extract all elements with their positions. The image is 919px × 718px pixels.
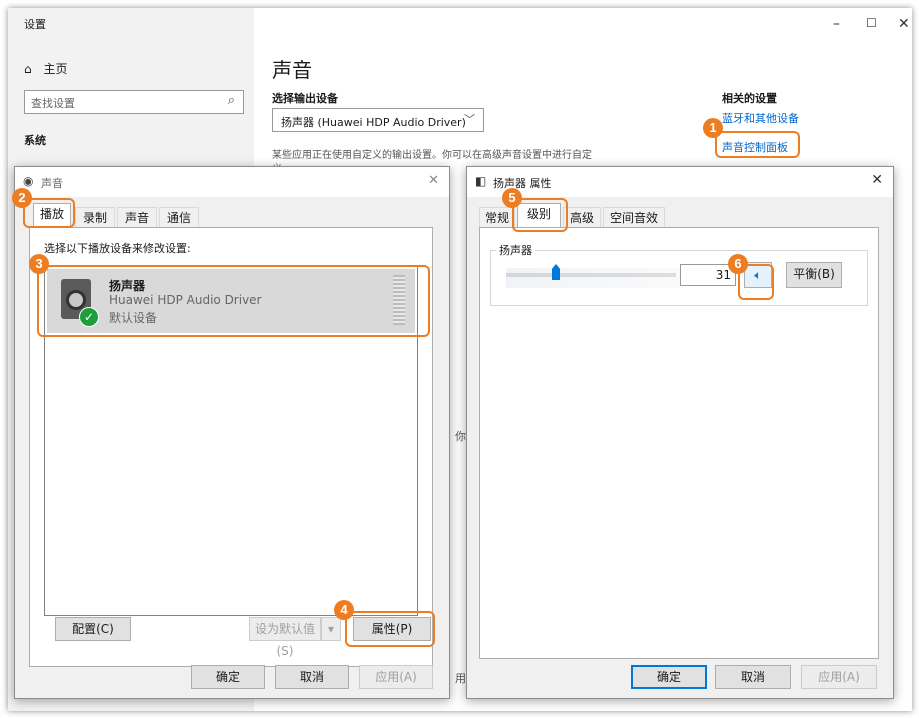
search-placeholder: 查找设置 (31, 97, 75, 110)
page-title: 声音 (272, 58, 312, 82)
callout-4: 4 (334, 600, 354, 620)
output-device-value: 扬声器 (Huawei HDP Audio Driver) (281, 116, 466, 129)
sound-dialog-titlebar: ◉ 声音 ✕ (15, 167, 449, 197)
close-icon[interactable]: ✕ (428, 173, 439, 188)
highlight-sound-panel-link (715, 131, 800, 158)
close-button[interactable]: ✕ (898, 16, 910, 32)
sidebar-item-home[interactable]: ⌂ 主页 (24, 60, 67, 77)
cancel-button[interactable]: 取消 (275, 665, 349, 689)
bluetooth-devices-link[interactable]: 蓝牙和其他设备 (722, 110, 799, 126)
cancel-label: 取消 (740, 670, 765, 684)
balance-button[interactable]: 平衡(B) (786, 262, 842, 288)
set-default-dropdown[interactable]: ▾ (321, 617, 341, 641)
ok-button[interactable]: 确定 (631, 665, 707, 689)
sound-dialog-title: 声音 (41, 177, 63, 190)
callout-6: 6 (728, 254, 748, 274)
speaker-dialog-titlebar: ◧ 扬声器 属性 ✕ (467, 167, 893, 197)
callout-2: 2 (12, 188, 32, 208)
tab-label: 空间音效 (609, 211, 658, 225)
minimize-button[interactable]: – (833, 16, 840, 32)
callout-5: 5 (502, 188, 522, 208)
maximize-button[interactable]: ☐ (866, 16, 877, 30)
highlight-properties-button (345, 611, 435, 647)
balance-label: 平衡(B) (793, 267, 835, 281)
cancel-label: 取消 (299, 670, 324, 684)
configure-label: 配置(C) (72, 622, 114, 636)
levels-tab-page: 扬声器 31 🔈︎ 平衡(B) (479, 227, 879, 659)
home-icon: ⌂ (24, 62, 32, 76)
speaker-icon: ◧ (475, 174, 487, 188)
chevron-down-icon: ﹀ (464, 113, 475, 126)
set-default-button[interactable]: 设为默认值(S) (249, 617, 321, 658)
related-settings-title: 相关的设置 (722, 92, 777, 105)
speaker-properties-dialog: ◧ 扬声器 属性 ✕ 常规 级别 高级 空间音效 扬声器 31 🔈︎ 平衡(B)… (466, 166, 894, 699)
search-input[interactable]: 查找设置 ⌕ (24, 90, 244, 114)
callout-3: 3 (29, 254, 49, 274)
apply-button[interactable]: 应用(A) (801, 665, 877, 689)
custom-output-note: 某些应用正在使用自定义的输出设置。你可以在高级声音设置中进行自定 (272, 150, 592, 161)
cancel-button[interactable]: 取消 (715, 665, 791, 689)
settings-window-title: 设置 (24, 18, 46, 31)
ok-label: 确定 (656, 670, 681, 684)
search-icon[interactable]: ⌕ (228, 93, 235, 108)
tab-spatial-sound[interactable]: 空间音效 (603, 207, 665, 227)
tab-communications[interactable]: 通信 (159, 207, 199, 227)
tab-sounds[interactable]: 声音 (117, 207, 157, 227)
tab-label: 通信 (166, 211, 191, 225)
ok-button[interactable]: 确定 (191, 665, 265, 689)
speaker-icon: ◉ (23, 174, 34, 188)
output-device-label: 选择输出设备 (272, 92, 338, 105)
tab-general[interactable]: 常规 (479, 207, 515, 227)
apply-label: 应用(A) (818, 670, 860, 684)
speaker-dialog-title: 扬声器 属性 (493, 177, 552, 190)
speaker-group-label: 扬声器 (496, 242, 535, 258)
apply-button[interactable]: 应用(A) (359, 665, 433, 689)
sidebar-section-system: 系统 (24, 134, 46, 147)
configure-button[interactable]: 配置(C) (55, 617, 131, 641)
background-text-fragment: 你 (455, 430, 466, 443)
level-value: 31 (715, 268, 731, 282)
ok-label: 确定 (215, 670, 240, 684)
output-device-select[interactable]: 扬声器 (Huawei HDP Audio Driver) ﹀ (272, 108, 484, 132)
tab-advanced[interactable]: 高级 (563, 207, 601, 227)
home-label: 主页 (43, 62, 68, 76)
highlight-speaker-device (37, 265, 430, 337)
chevron-down-icon: ▾ (327, 622, 335, 636)
volume-slider-area[interactable] (506, 268, 681, 288)
tab-label: 声音 (124, 211, 149, 225)
callout-1: 1 (703, 118, 723, 138)
playback-instruction: 选择以下播放设备来修改设置: (44, 242, 191, 255)
background-text-fragment: 用 (455, 672, 466, 685)
tab-label: 常规 (484, 211, 509, 225)
apply-label: 应用(A) (375, 670, 417, 684)
tab-recording[interactable]: 录制 (75, 207, 115, 227)
tab-label: 高级 (569, 211, 594, 225)
tab-label: 录制 (82, 211, 107, 225)
close-icon[interactable]: ✕ (871, 172, 883, 188)
